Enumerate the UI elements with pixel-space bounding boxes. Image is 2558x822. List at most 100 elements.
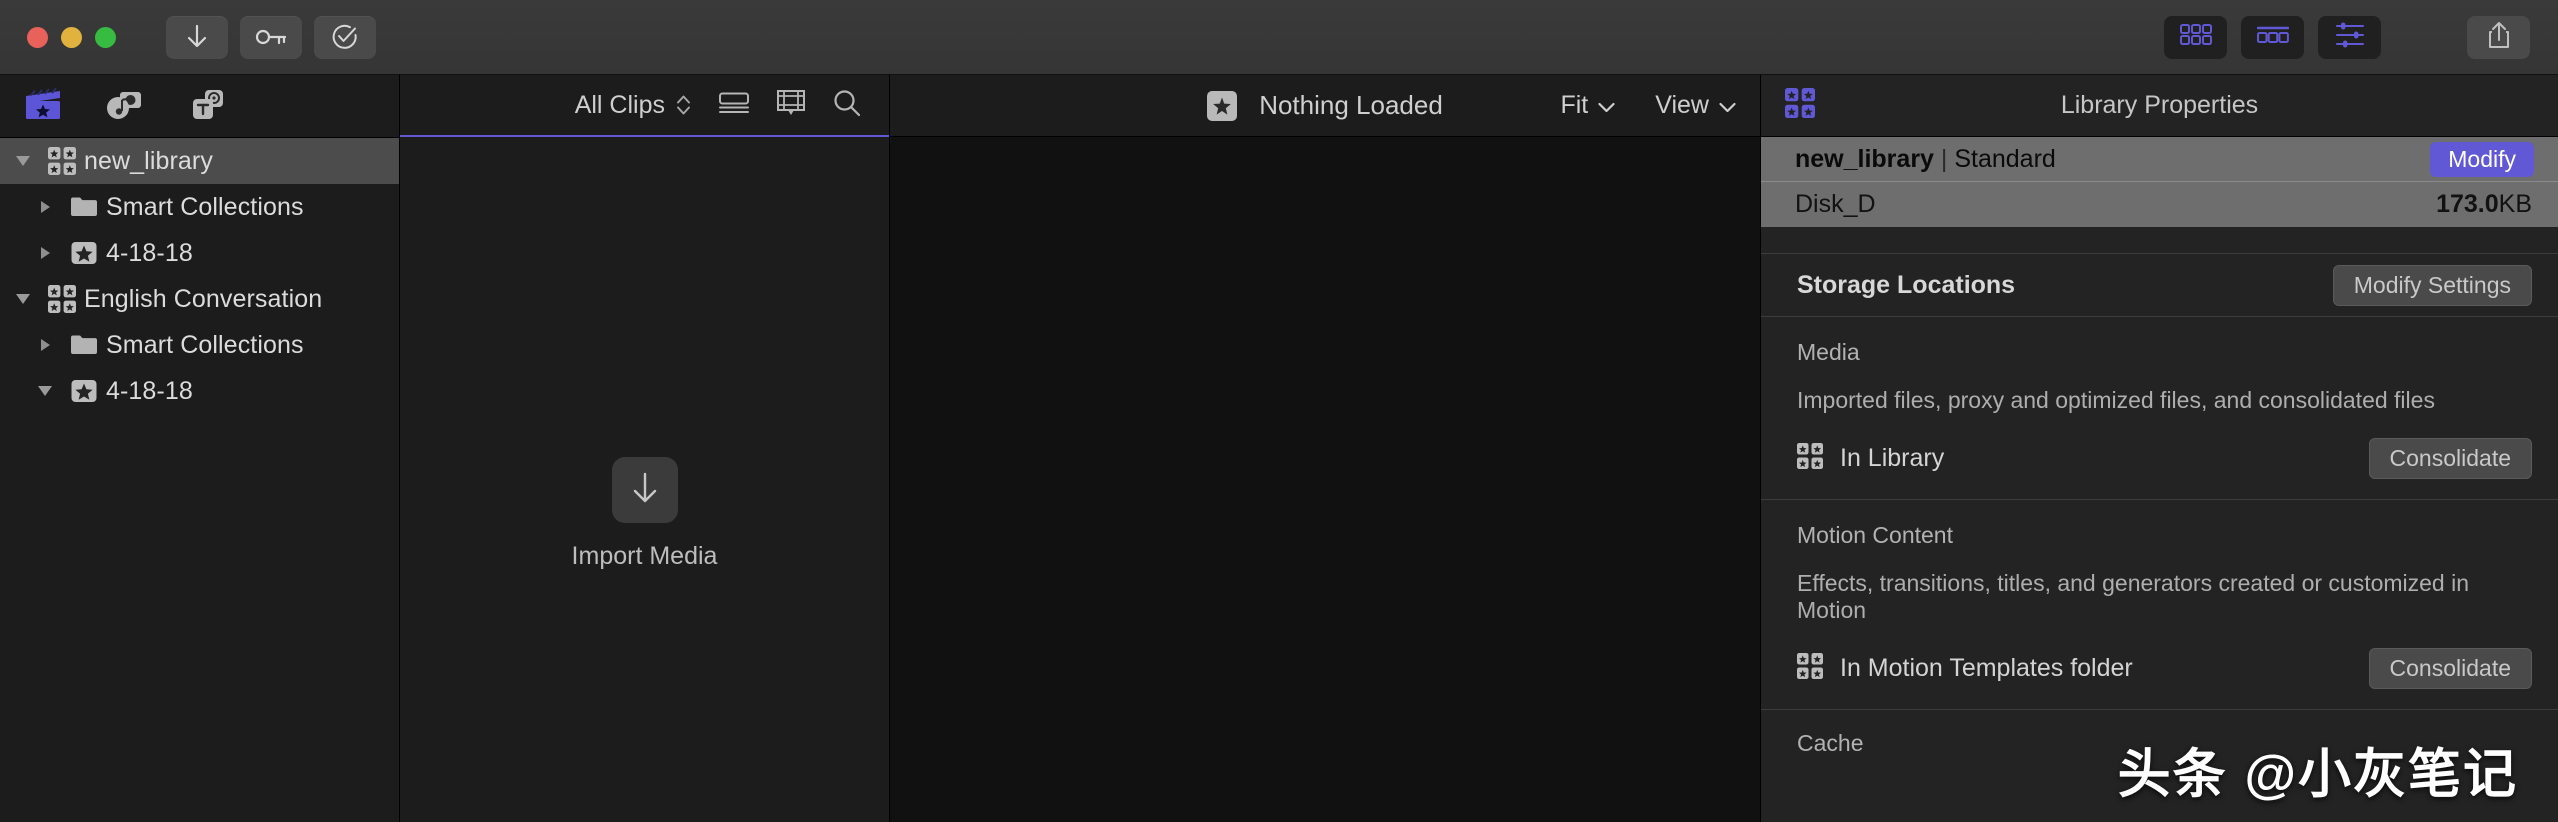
sidebar-item-label: 4-18-18 xyxy=(106,238,193,267)
browser-empty-state: Import Media xyxy=(400,457,889,571)
library-type: Standard xyxy=(1954,144,2056,173)
clapperboard-star-icon xyxy=(24,87,62,126)
download-arrow-icon xyxy=(630,470,660,511)
disclosure-triangle-closed[interactable] xyxy=(28,201,62,213)
storage-locations-title: Storage Locations xyxy=(1797,270,2016,299)
browser-pane: All Clips Import Media xyxy=(400,75,890,822)
toolbar-right-group xyxy=(2164,0,2558,75)
event-star-icon xyxy=(62,239,106,267)
titles-generators-tab[interactable] xyxy=(186,87,228,125)
library-tree: new_library Smart Collections 4-18-18 En… xyxy=(0,138,399,414)
browser-header: All Clips xyxy=(400,75,889,137)
disclosure-triangle-open[interactable] xyxy=(6,294,40,304)
sidebar-item-label: new_library xyxy=(84,146,213,175)
viewer-canvas xyxy=(890,137,1760,822)
traffic-lights xyxy=(27,26,116,48)
sliders-icon xyxy=(2335,22,2365,53)
photos-audio-tab[interactable] xyxy=(104,87,146,125)
view-options-label: View xyxy=(1655,91,1709,119)
import-media-drop-button[interactable] xyxy=(611,457,678,523)
minimize-button[interactable] xyxy=(61,26,82,48)
storage-locations-header: Storage Locations Modify Settings xyxy=(1761,254,2558,316)
library-icon xyxy=(40,285,84,313)
event-star-icon xyxy=(62,377,106,405)
inspector-header: Library Properties xyxy=(1761,75,2558,137)
sidebar-item-event-4-18-18-1[interactable]: 4-18-18 xyxy=(0,230,399,276)
search-icon[interactable] xyxy=(833,89,861,122)
group-title: Media xyxy=(1797,339,1860,365)
sidebar-item-new_library[interactable]: new_library xyxy=(0,138,399,184)
disk-size-value: 173.0 xyxy=(2436,190,2499,218)
group-location-left: In Library xyxy=(1797,443,1944,474)
viewer-header-right: Fit View xyxy=(1560,91,1736,120)
import-media-button[interactable] xyxy=(166,15,228,59)
library-name-row: new_library | Standard Modify xyxy=(1761,137,2558,182)
share-upload-icon xyxy=(2487,21,2511,54)
title-bar xyxy=(0,0,2558,75)
group-location-row: In Motion Templates folder Consolidate xyxy=(1797,648,2532,689)
disclosure-triangle-closed[interactable] xyxy=(28,339,62,351)
sidebar-item-english-conversation[interactable]: English Conversation xyxy=(0,276,399,322)
timeline-icon xyxy=(2256,24,2289,51)
chevron-down-icon xyxy=(1719,91,1736,120)
name-type-separator: | xyxy=(1933,144,1955,173)
sidebar-item-smart-collections-2[interactable]: Smart Collections xyxy=(0,322,399,368)
library-selected-row[interactable]: new_library | Standard Modify Disk_D 173… xyxy=(1761,137,2558,227)
list-view-icon[interactable] xyxy=(719,91,749,120)
library-disk-row: Disk_D 173.0KB xyxy=(1761,182,2558,227)
grid-2x3-icon xyxy=(2179,24,2212,51)
chevron-down-icon xyxy=(1598,91,1615,120)
timeline-toggle-button[interactable] xyxy=(2241,16,2304,59)
group-location-left: In Motion Templates folder xyxy=(1797,653,2133,684)
inspector-title: Library Properties xyxy=(2060,91,2259,119)
storage-group-media: Media Imported files, proxy and optimize… xyxy=(1761,317,2558,499)
library-icon[interactable] xyxy=(1785,88,1815,123)
view-options-menu[interactable]: View xyxy=(1655,91,1736,120)
consolidate-motion-button[interactable]: Consolidate xyxy=(2368,648,2532,689)
zoom-button[interactable] xyxy=(95,26,116,48)
keyword-editor-button[interactable] xyxy=(240,15,302,59)
library-icon xyxy=(1797,443,1823,474)
photos-audio-icon xyxy=(106,87,144,126)
inspector-spacer xyxy=(1761,227,2558,253)
clip-filter-popup[interactable]: All Clips xyxy=(575,91,691,120)
folder-icon xyxy=(62,333,106,357)
disclosure-triangle-closed[interactable] xyxy=(28,247,62,259)
disclosure-triangle-open[interactable] xyxy=(6,156,40,166)
zoom-level-label: Fit xyxy=(1560,91,1589,119)
disk-size-unit: KB xyxy=(2498,190,2532,218)
share-button[interactable] xyxy=(2467,16,2530,59)
zoom-level-menu[interactable]: Fit xyxy=(1560,91,1615,120)
viewer-header: Nothing Loaded Fit View xyxy=(890,75,1760,137)
chevron-updown-icon xyxy=(676,93,691,117)
modify-settings-button[interactable]: Modify Settings xyxy=(2332,264,2532,306)
viewer-title: Nothing Loaded xyxy=(1259,90,1443,120)
library-icon xyxy=(40,147,84,175)
group-description: Effects, transitions, titles, and genera… xyxy=(1797,570,2470,623)
group-location-row: In Library Consolidate xyxy=(1797,438,2532,479)
libraries-tab[interactable] xyxy=(22,87,64,125)
sidebar-item-label: English Conversation xyxy=(84,284,323,313)
disk-label: Disk_D xyxy=(1795,190,1876,218)
sidebar-item-event-4-18-18-2[interactable]: 4-18-18 xyxy=(0,368,399,414)
library-icon xyxy=(1797,653,1823,684)
disclosure-triangle-open[interactable] xyxy=(28,386,62,396)
inspector-toggle-button[interactable] xyxy=(2318,16,2381,59)
library-name-and-type: new_library | Standard xyxy=(1795,145,2056,174)
import-media-label: Import Media xyxy=(571,542,718,570)
modify-button[interactable]: Modify xyxy=(2430,141,2534,177)
close-button[interactable] xyxy=(27,26,48,48)
final-cut-pro-window: new_library Smart Collections 4-18-18 En… xyxy=(0,0,2558,822)
sidebar: new_library Smart Collections 4-18-18 En… xyxy=(0,75,400,822)
check-circle-icon xyxy=(332,24,358,50)
filmstrip-view-icon[interactable] xyxy=(777,89,805,121)
disk-size: 173.0KB xyxy=(2436,190,2532,219)
group-location-label: In Motion Templates folder xyxy=(1840,654,2133,682)
sidebar-item-label: Smart Collections xyxy=(106,192,304,221)
browser-toggle-button[interactable] xyxy=(2164,16,2227,59)
sidebar-item-smart-collections-1[interactable]: Smart Collections xyxy=(0,184,399,230)
consolidate-media-button[interactable]: Consolidate xyxy=(2368,438,2532,479)
background-tasks-button[interactable] xyxy=(314,15,376,59)
titles-generators-icon xyxy=(188,87,226,126)
library-name: new_library xyxy=(1795,144,1934,173)
